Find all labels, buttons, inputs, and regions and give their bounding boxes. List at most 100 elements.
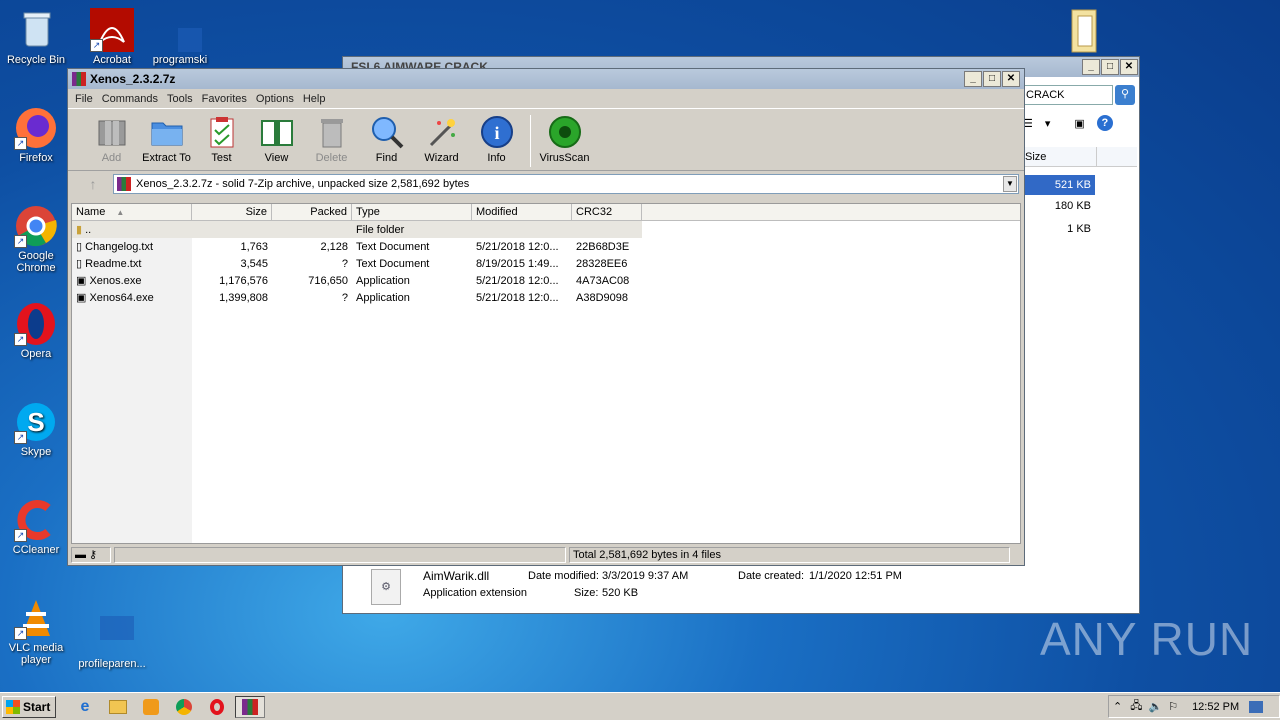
size-cell-selected[interactable]: 521 KB — [1023, 175, 1095, 195]
desktop-icon-label: Skype — [20, 446, 52, 458]
dll-file-icon: ⚙ — [371, 569, 401, 605]
desktop-icon-acrobat[interactable]: ↗ Acrobat — [76, 8, 148, 66]
details-size-label: Size: — [574, 587, 599, 599]
table-row-parent[interactable]: ▮ .. File folder — [72, 221, 642, 238]
help-icon[interactable]: ? — [1096, 115, 1113, 131]
desktop-icon-programski[interactable]: programski — [144, 8, 216, 66]
table-row[interactable]: ▣ Xenos64.exe 1,399,808 ? Application 5/… — [72, 289, 1020, 306]
extract-to-button[interactable]: Extract To — [139, 115, 194, 164]
winrar-window[interactable]: Xenos_2.3.2.7z _ □ ✕ File Commands Tools… — [67, 68, 1025, 566]
size-column-header[interactable]: Size — [1023, 147, 1097, 167]
chevron-down-icon[interactable]: ▾ — [1045, 117, 1051, 130]
windows-logo-icon — [6, 699, 20, 714]
volume-icon[interactable]: 🔈 — [1148, 700, 1162, 713]
file-icon — [90, 612, 144, 656]
column-header-packed[interactable]: Packed — [272, 204, 352, 220]
shortcut-arrow-icon: ↗ — [14, 333, 27, 346]
shortcut-arrow-icon: ↗ — [14, 627, 27, 640]
trash-icon — [315, 115, 349, 149]
menu-file[interactable]: File — [75, 93, 93, 105]
text-file-icon: ▯ — [76, 241, 83, 253]
desktop-icon-recycle-bin[interactable]: Recycle Bin — [0, 8, 72, 66]
explorer-taskbar-icon[interactable] — [103, 696, 133, 718]
add-button[interactable]: Add — [84, 115, 139, 164]
view-book-icon — [260, 115, 294, 149]
preview-pane-icon[interactable]: ▣ — [1074, 117, 1084, 130]
chevron-down-icon[interactable]: ▼ — [1003, 175, 1017, 192]
winrar-taskbar-icon[interactable] — [235, 695, 265, 718]
desktop-icon-firefox[interactable]: ↗ Firefox — [0, 106, 72, 164]
column-header-type[interactable]: Type — [352, 204, 472, 220]
column-header-modified[interactable]: Modified — [472, 204, 572, 220]
winrar-titlebar[interactable]: Xenos_2.3.2.7z _ □ ✕ — [68, 69, 1024, 89]
show-desktop-icon[interactable] — [1249, 700, 1264, 713]
extract-folder-icon — [150, 115, 184, 149]
column-header-size[interactable]: Size — [192, 204, 272, 220]
address-bar: ↑ Xenos_2.3.2.7z - solid 7-Zip archive, … — [68, 170, 1024, 196]
desktop-icon-label: Google Chrome — [16, 250, 56, 274]
table-row[interactable]: ▣ Xenos.exe 1,176,576 716,650 Applicatio… — [72, 272, 1020, 289]
wand-icon — [425, 115, 459, 149]
search-icon[interactable]: ⚲ — [1115, 85, 1135, 105]
show-hidden-icons-icon[interactable]: ⌃ — [1113, 700, 1122, 713]
desktop-icon-ccleaner[interactable]: ↗ CCleaner — [0, 498, 72, 556]
acrobat-icon: ↗ — [90, 8, 134, 52]
maximize-button[interactable]: □ — [1101, 59, 1119, 75]
menu-favorites[interactable]: Favorites — [202, 93, 247, 105]
start-button[interactable]: Start — [2, 695, 56, 718]
delete-button[interactable]: Delete — [304, 115, 359, 164]
shortcut-arrow-icon: ↗ — [14, 235, 27, 248]
svg-text:S: S — [27, 407, 44, 437]
test-button[interactable]: Test — [194, 115, 249, 164]
address-field[interactable]: Xenos_2.3.2.7z - solid 7-Zip archive, un… — [113, 173, 1019, 194]
opera-taskbar-icon[interactable] — [202, 696, 232, 718]
menu-options[interactable]: Options — [256, 93, 294, 105]
desktop-icon-label: programski — [152, 54, 208, 66]
explorer-search-box[interactable]: CRACK — [1023, 85, 1113, 105]
skype-icon: S ↗ — [14, 400, 58, 444]
flag-icon[interactable]: ⚐ — [1168, 700, 1178, 713]
virusscan-button[interactable]: VirusScan — [537, 115, 592, 164]
desktop-icon-skype[interactable]: S ↗ Skype — [0, 400, 72, 458]
file-list[interactable]: Name ▲ Size Packed Type Modified CRC32 ▮… — [71, 203, 1021, 544]
details-size-value: 520 KB — [602, 587, 639, 599]
chrome-icon: ↗ — [14, 204, 58, 248]
address-text: Xenos_2.3.2.7z - solid 7-Zip archive, un… — [136, 177, 470, 190]
desktop-icon-chrome[interactable]: ↗ Google Chrome — [0, 204, 72, 274]
details-modified-value: 3/3/2019 9:37 AM — [602, 570, 689, 582]
folder-up-icon: ▮ — [76, 224, 83, 236]
close-button[interactable]: ✕ — [1120, 59, 1138, 75]
up-arrow-icon[interactable]: ↑ — [73, 176, 113, 192]
menu-help[interactable]: Help — [303, 93, 326, 105]
column-header-name[interactable]: Name ▲ — [72, 204, 192, 220]
table-row[interactable]: ▯ Readme.txt 3,545 ? Text Document 8/19/… — [72, 255, 1020, 272]
chrome-taskbar-icon[interactable] — [169, 696, 199, 718]
desktop-icon-label: Acrobat — [93, 54, 131, 66]
close-button[interactable]: ✕ — [1002, 71, 1020, 87]
maximize-button[interactable]: □ — [983, 71, 1001, 87]
desktop-icon-opera[interactable]: ↗ Opera — [0, 302, 72, 360]
opera-icon: ↗ — [14, 302, 58, 346]
desktop-icon-vlc[interactable]: ↗ VLC media player — [0, 596, 72, 666]
network-icon[interactable]: 🖧 — [1130, 697, 1142, 716]
ie-taskbar-icon[interactable]: e — [70, 696, 100, 718]
menu-tools[interactable]: Tools — [167, 93, 193, 105]
size-cell[interactable]: 180 KB — [1023, 200, 1095, 212]
size-cell[interactable]: 1 KB — [1023, 223, 1095, 235]
column-header-crc32[interactable]: CRC32 — [572, 204, 642, 220]
desktop-icon-profileparen[interactable]: profileparen... — [76, 612, 148, 670]
info-button[interactable]: i Info — [469, 115, 524, 164]
folder-top-right-icon[interactable] — [1066, 6, 1102, 57]
clock[interactable]: 12:52 PM — [1192, 701, 1239, 713]
menu-commands[interactable]: Commands — [102, 93, 158, 105]
virus-icon — [548, 115, 582, 149]
desktop-icon-label: Recycle Bin — [6, 54, 66, 66]
media-player-taskbar-icon[interactable] — [136, 696, 166, 718]
wizard-button[interactable]: Wizard — [414, 115, 469, 164]
drive-key-icons[interactable]: ▬ ⚷ — [71, 547, 111, 563]
minimize-button[interactable]: _ — [964, 71, 982, 87]
minimize-button[interactable]: _ — [1082, 59, 1100, 75]
view-button[interactable]: View — [249, 115, 304, 164]
table-row[interactable]: ▯ Changelog.txt 1,763 2,128 Text Documen… — [72, 238, 1020, 255]
find-button[interactable]: Find — [359, 115, 414, 164]
